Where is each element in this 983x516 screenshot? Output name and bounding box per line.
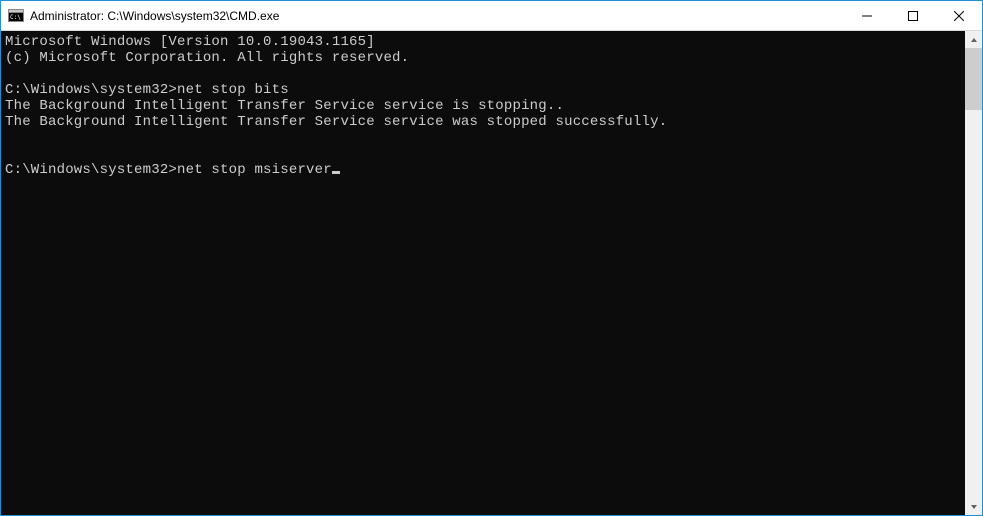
titlebar[interactable]: C:\ Administrator: C:\Windows\system32\C… bbox=[1, 1, 982, 31]
minimize-button[interactable] bbox=[844, 1, 890, 30]
client-area: Microsoft Windows [Version 10.0.19043.11… bbox=[1, 31, 982, 515]
scroll-thumb[interactable] bbox=[965, 48, 982, 110]
window-title: Administrator: C:\Windows\system32\CMD.e… bbox=[30, 9, 844, 23]
scroll-up-button[interactable] bbox=[965, 31, 982, 48]
scroll-down-button[interactable] bbox=[965, 498, 982, 515]
close-button[interactable] bbox=[936, 1, 982, 30]
cmd-icon: C:\ bbox=[8, 8, 24, 24]
terminal-output[interactable]: Microsoft Windows [Version 10.0.19043.11… bbox=[1, 31, 965, 515]
vertical-scrollbar[interactable] bbox=[965, 31, 982, 515]
text-cursor bbox=[332, 171, 340, 174]
maximize-button[interactable] bbox=[890, 1, 936, 30]
window-controls bbox=[844, 1, 982, 30]
svg-text:C:\: C:\ bbox=[10, 14, 21, 21]
cmd-window: C:\ Administrator: C:\Windows\system32\C… bbox=[0, 0, 983, 516]
scroll-track[interactable] bbox=[965, 48, 982, 498]
